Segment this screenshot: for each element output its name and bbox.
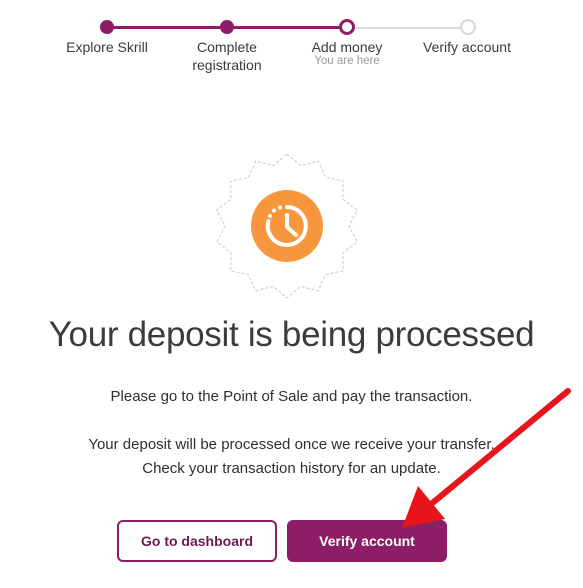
step-sublabel-you-are-here: You are here bbox=[314, 55, 380, 67]
processing-info-text: Your deposit will be processed once we r… bbox=[88, 436, 495, 453]
verify-account-button[interactable]: Verify account bbox=[287, 520, 447, 562]
step-label-complete-registration: Complete registration bbox=[192, 39, 262, 73]
deposit-status-badge bbox=[212, 152, 362, 300]
page-title: Your deposit is being processed bbox=[48, 315, 535, 354]
step-dot-add-money bbox=[339, 19, 355, 35]
step-label-verify-account: Verify account bbox=[423, 39, 511, 55]
history-info-text: Check your transaction history for an up… bbox=[142, 460, 441, 477]
step-label-add-money: Add money bbox=[311, 39, 383, 55]
progress-stepper: Explore Skrill Complete registration Add… bbox=[0, 0, 583, 80]
step-dot-complete-registration bbox=[220, 20, 234, 34]
step-dot-explore-skrill bbox=[100, 20, 114, 34]
go-to-dashboard-button[interactable]: Go to dashboard bbox=[117, 520, 277, 562]
stepper-track-remaining bbox=[347, 27, 468, 29]
clock-pending-icon bbox=[216, 153, 358, 299]
step-dot-verify-account bbox=[460, 19, 476, 35]
instruction-text: Please go to the Point of Sale and pay t… bbox=[110, 388, 473, 405]
step-label-explore-skrill: Explore Skrill bbox=[66, 39, 148, 55]
